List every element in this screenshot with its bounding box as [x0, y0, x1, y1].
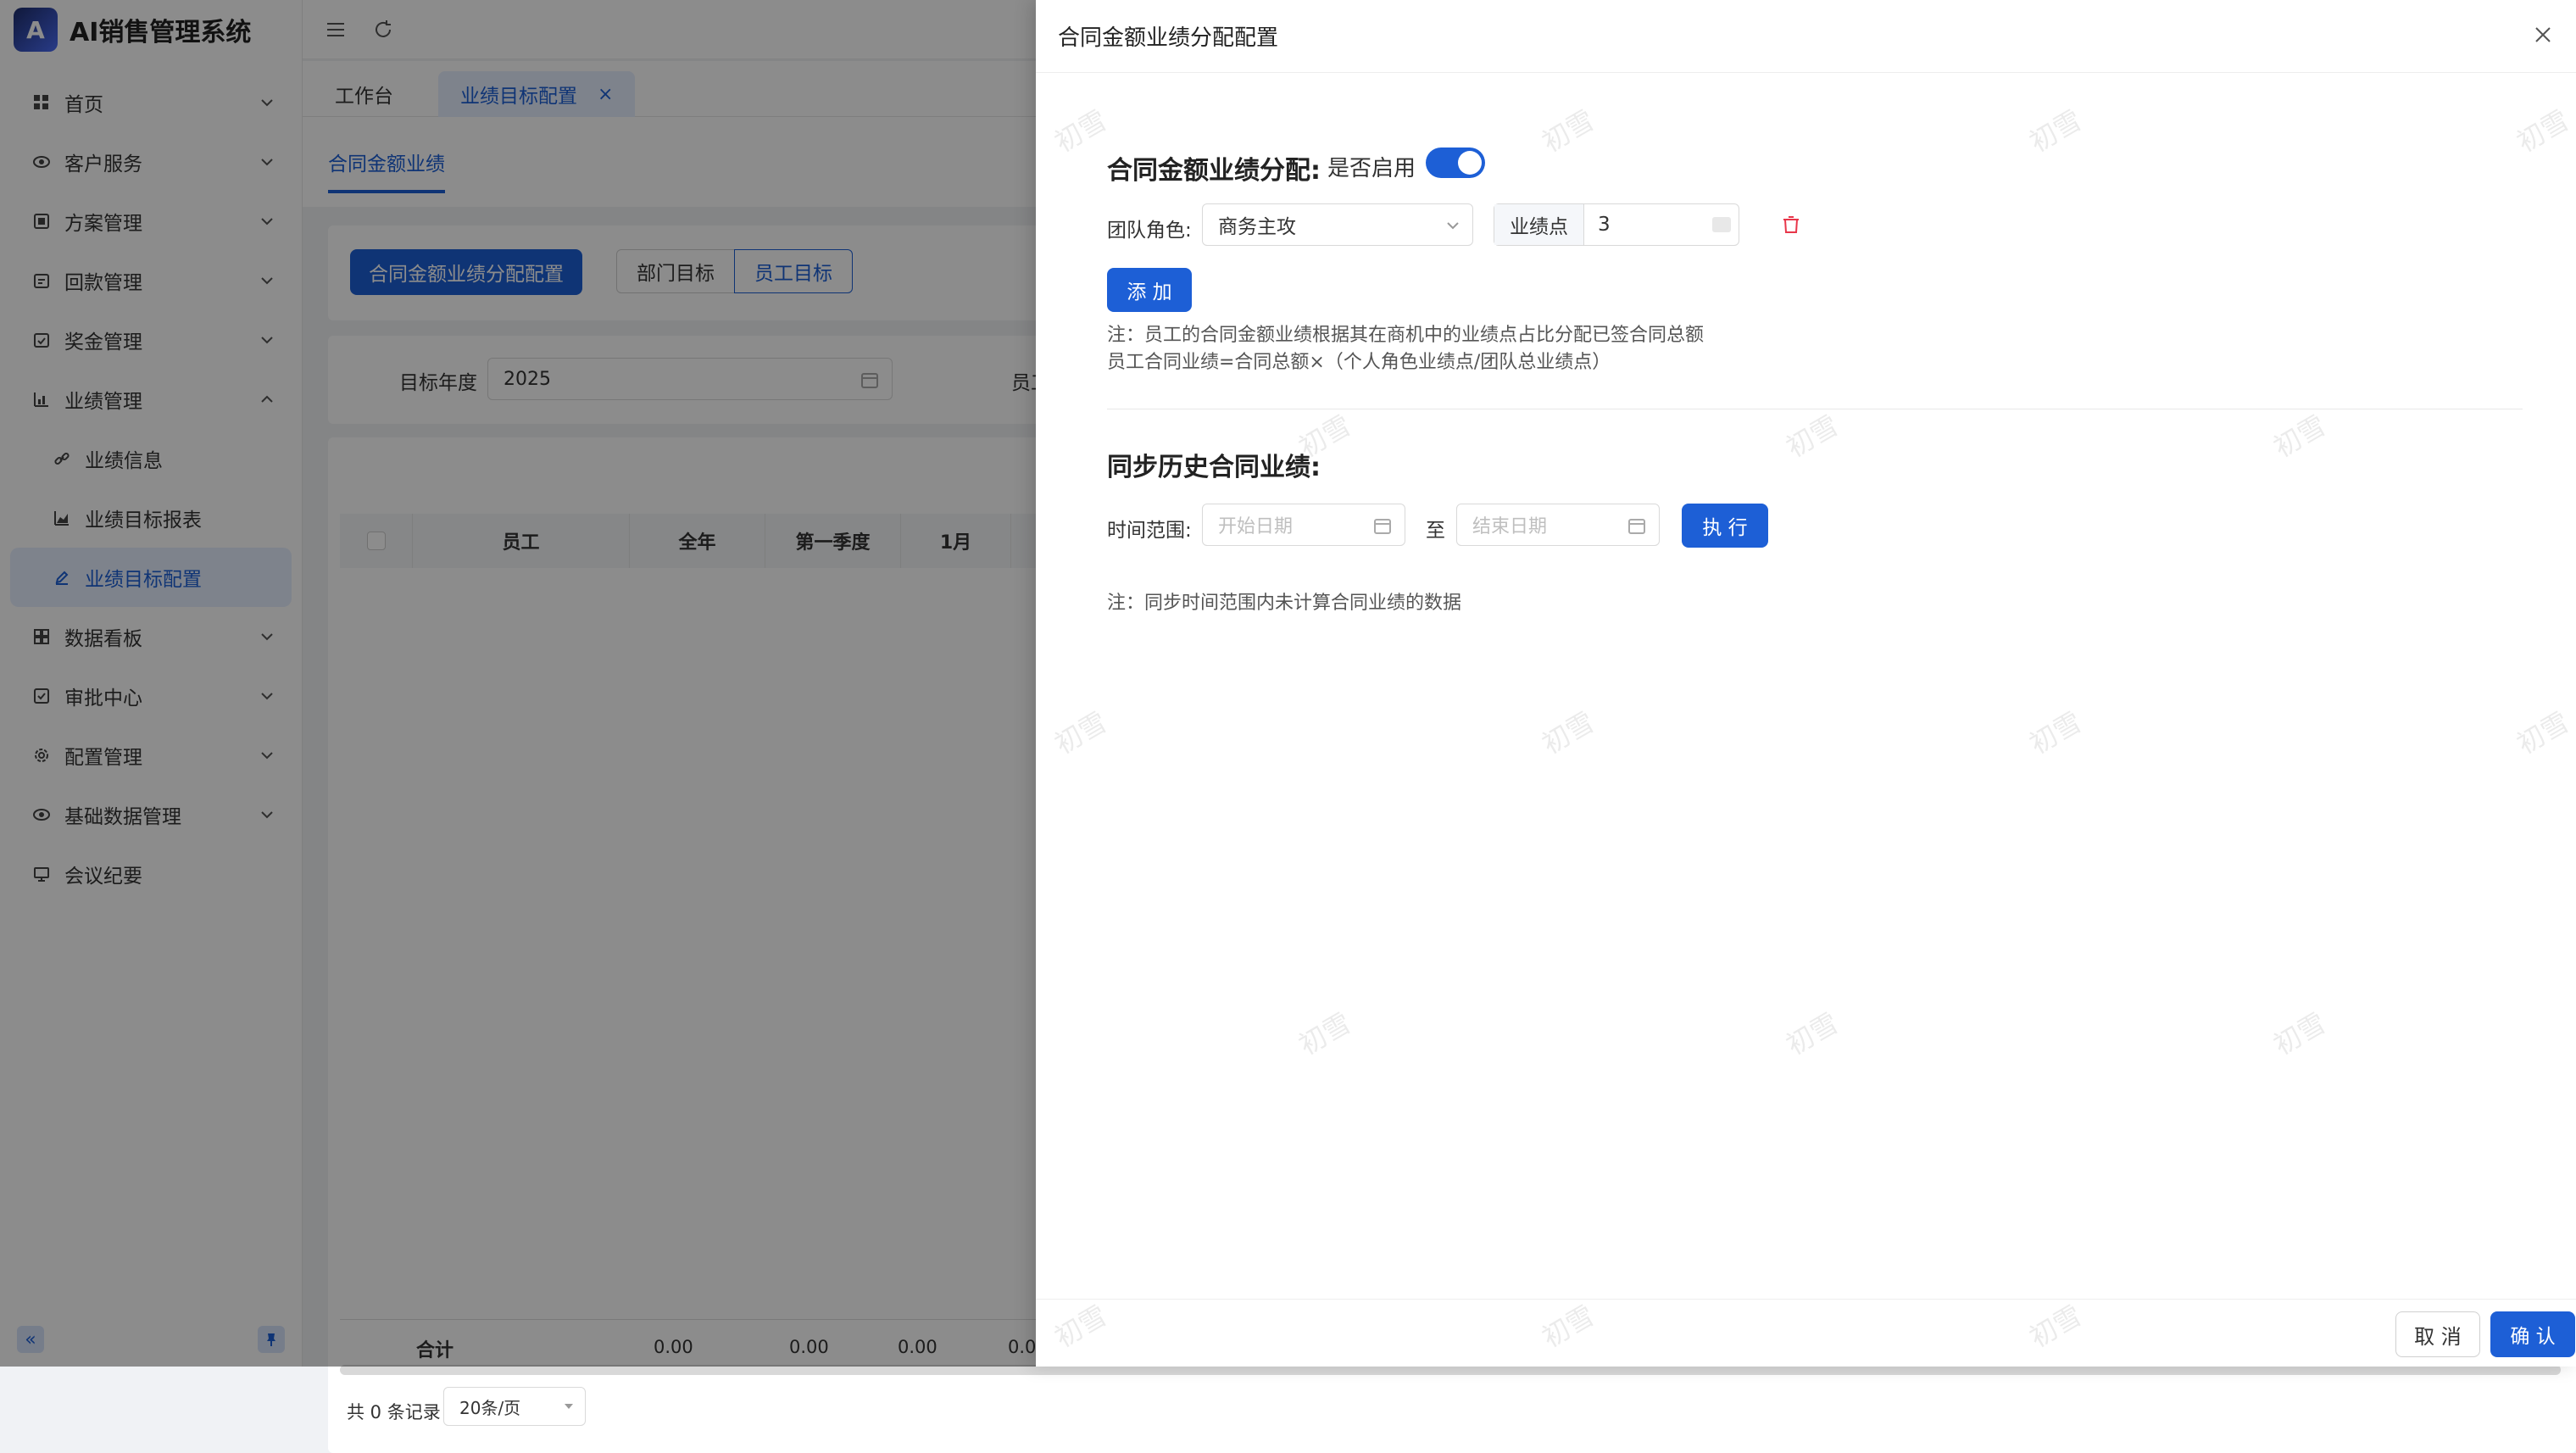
allocation-note-2: 员工合同业绩=合同总额×（个人角色业绩点/团队总业绩点）	[1107, 352, 1611, 373]
execute-button[interactable]: 执 行	[1682, 504, 1768, 548]
team-role-label: 团队角色:	[1107, 220, 1192, 242]
cancel-button[interactable]: 取 消	[2395, 1311, 2480, 1357]
watermark: 初雪	[2511, 103, 2575, 159]
switch-knob	[1458, 151, 1482, 175]
watermark: 初雪	[2267, 1006, 2332, 1062]
close-icon[interactable]	[2530, 22, 2556, 47]
calendar-icon	[1628, 519, 1645, 534]
drawer-footer: 取 消 确 认	[1036, 1299, 2576, 1367]
watermark: 初雪	[2023, 103, 2088, 159]
watermark: 初雪	[2511, 705, 2575, 761]
team-role-select[interactable]: 商务主攻	[1202, 203, 1473, 246]
watermark: 初雪	[2023, 705, 2088, 761]
delete-icon[interactable]	[1780, 214, 1802, 236]
enable-label: 是否启用	[1327, 156, 1416, 181]
points-input-group: 业绩点 3	[1494, 203, 1739, 246]
start-date-input[interactable]: 开始日期	[1202, 504, 1405, 546]
calendar-icon	[1374, 519, 1391, 534]
watermark: 初雪	[1536, 103, 1600, 159]
points-stepper[interactable]	[1705, 204, 1739, 245]
total-records: 共 0 条记录	[347, 1402, 441, 1422]
section-title-sync: 同步历史合同业绩:	[1107, 453, 1321, 482]
to-label: 至	[1426, 520, 1445, 542]
chevron-down-icon	[1447, 222, 1459, 230]
watermark: 初雪	[2267, 409, 2332, 465]
watermark: 初雪	[1780, 1006, 1844, 1062]
end-date-input[interactable]: 结束日期	[1456, 504, 1660, 546]
section-title-allocation: 合同金额业绩分配:	[1107, 156, 1321, 186]
watermark: 初雪	[1049, 103, 1113, 159]
time-range-label: 时间范围:	[1107, 520, 1192, 542]
watermark: 初雪	[1536, 705, 1600, 761]
watermark: 初雪	[1780, 409, 1844, 465]
drawer-title: 合同金额业绩分配配置	[1058, 25, 1279, 51]
confirm-button[interactable]: 确 认	[2490, 1311, 2575, 1357]
points-label: 业绩点	[1494, 204, 1584, 245]
watermark: 初雪	[1293, 1006, 1357, 1062]
add-button[interactable]: 添 加	[1107, 268, 1192, 312]
enable-switch[interactable]	[1426, 148, 1485, 178]
drawer-header: 合同金额业绩分配配置	[1036, 0, 2576, 73]
config-drawer: 合同金额业绩分配配置 合同金额业绩分配: 是否启用 团队角色: 商务主攻 业绩点…	[1036, 0, 2576, 1367]
allocation-note-1: 注：员工的合同金额业绩根据其在商机中的业绩点占比分配已签合同总额	[1107, 325, 1705, 346]
sync-note: 注：同步时间范围内未计算合同业绩的数据	[1107, 593, 1462, 614]
points-input[interactable]: 3	[1584, 204, 1705, 245]
page-size-select[interactable]: 20条/页	[443, 1387, 586, 1426]
watermark: 初雪	[1049, 705, 1113, 761]
caret-down-icon	[565, 1404, 573, 1409]
